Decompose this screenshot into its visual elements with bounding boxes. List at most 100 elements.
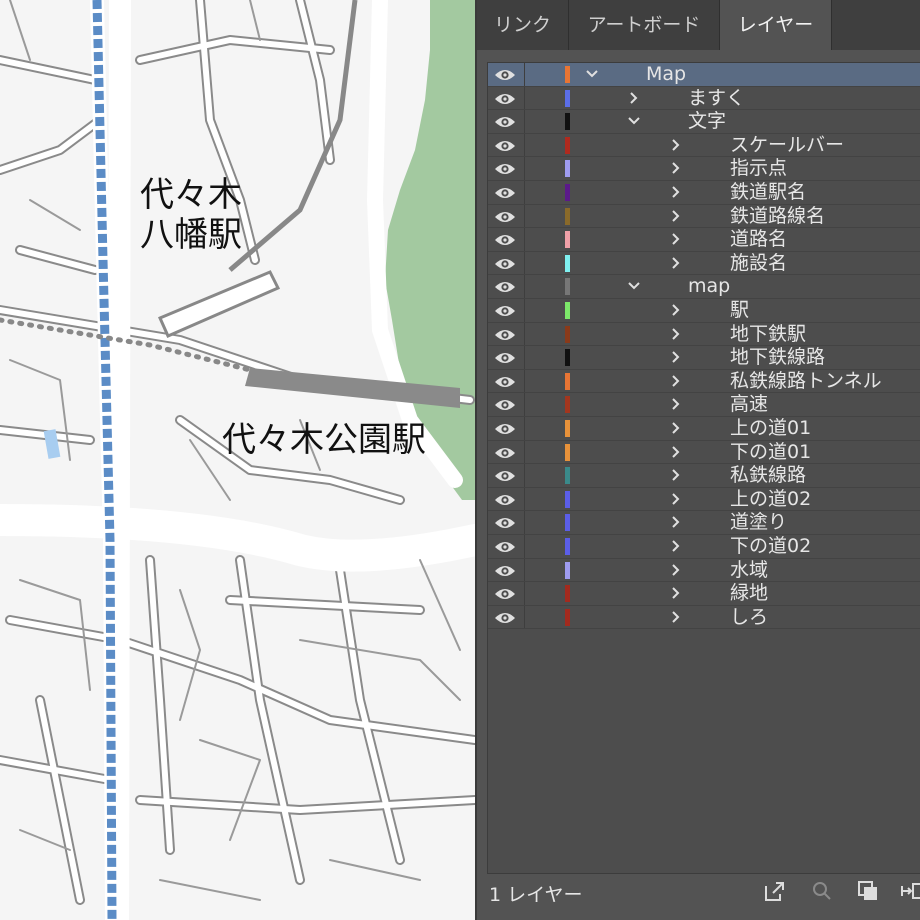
chevron-right-icon[interactable] xyxy=(668,323,684,345)
row-divider xyxy=(524,369,525,393)
layer-name: 水域 xyxy=(730,558,769,581)
eye-icon[interactable] xyxy=(494,90,516,106)
eye-icon[interactable] xyxy=(494,609,516,625)
eye-icon[interactable] xyxy=(494,373,516,389)
eye-icon[interactable] xyxy=(494,396,516,412)
eye-icon[interactable] xyxy=(494,278,516,294)
layer-row[interactable]: 道路名 xyxy=(488,228,920,252)
chevron-down-icon[interactable] xyxy=(584,63,600,85)
row-divider xyxy=(524,110,525,133)
search-icon[interactable] xyxy=(809,878,835,904)
layer-row[interactable]: 緑地 xyxy=(488,582,920,606)
chevron-right-icon[interactable] xyxy=(668,606,684,628)
layer-color-swatch xyxy=(565,160,570,178)
row-divider xyxy=(524,346,525,369)
layer-name: 地下鉄駅 xyxy=(730,322,807,345)
eye-icon[interactable] xyxy=(494,562,516,578)
layer-name: 地下鉄線路 xyxy=(730,346,826,369)
tab-layers[interactable]: レイヤー xyxy=(720,0,832,50)
layer-color-swatch xyxy=(565,302,570,319)
eye-icon[interactable] xyxy=(494,444,516,460)
eye-icon[interactable] xyxy=(494,467,516,483)
layer-row[interactable]: 水域 xyxy=(488,558,920,583)
chevron-right-icon[interactable] xyxy=(668,346,684,368)
row-divider xyxy=(524,86,525,110)
row-divider xyxy=(524,322,525,346)
clipping-mask-icon[interactable] xyxy=(855,878,881,904)
layer-row[interactable]: 上の道01 xyxy=(488,417,920,441)
layer-row[interactable]: map xyxy=(488,275,920,299)
tab-links[interactable]: リンク xyxy=(477,0,569,50)
layer-row[interactable]: 下の道02 xyxy=(488,535,920,559)
chevron-right-icon[interactable] xyxy=(668,559,684,581)
eye-icon[interactable] xyxy=(494,255,516,271)
layer-row[interactable]: 指示点 xyxy=(488,157,920,181)
eye-icon[interactable] xyxy=(494,113,516,129)
chevron-right-icon[interactable] xyxy=(668,417,684,439)
layer-name: 鉄道駅名 xyxy=(730,181,807,203)
chevron-right-icon[interactable] xyxy=(668,205,684,227)
layer-color-swatch xyxy=(565,254,570,272)
export-icon[interactable] xyxy=(762,878,788,904)
chevron-right-icon[interactable] xyxy=(668,464,684,486)
chevron-right-icon[interactable] xyxy=(668,299,684,321)
eye-icon[interactable] xyxy=(494,208,516,224)
eye-icon[interactable] xyxy=(494,491,516,507)
layer-row[interactable]: 道塗り xyxy=(488,511,920,535)
eye-icon[interactable] xyxy=(494,349,516,365)
map-canvas[interactable]: 代々木 八幡駅 代々木公園駅 xyxy=(0,0,475,920)
chevron-down-icon[interactable] xyxy=(626,275,642,297)
chevron-right-icon[interactable] xyxy=(668,370,684,392)
eye-icon[interactable] xyxy=(494,137,516,153)
eye-icon[interactable] xyxy=(494,538,516,554)
layer-color-swatch xyxy=(565,467,570,485)
chevron-down-icon[interactable] xyxy=(626,110,642,132)
layer-row[interactable]: 私鉄線路 xyxy=(488,464,920,488)
layer-row[interactable]: しろ xyxy=(488,605,920,630)
eye-icon[interactable] xyxy=(494,160,516,176)
eye-icon[interactable] xyxy=(494,184,516,200)
chevron-right-icon[interactable] xyxy=(668,488,684,510)
layer-row[interactable]: 地下鉄線路 xyxy=(488,346,920,370)
chevron-right-icon[interactable] xyxy=(668,228,684,250)
eye-icon[interactable] xyxy=(494,302,516,318)
chevron-right-icon[interactable] xyxy=(668,535,684,557)
chevron-right-icon[interactable] xyxy=(668,134,684,156)
layer-row[interactable]: Map xyxy=(488,63,920,87)
chevron-right-icon[interactable] xyxy=(668,393,684,415)
row-divider xyxy=(524,558,525,582)
chevron-right-icon[interactable] xyxy=(668,582,684,604)
layer-row[interactable]: スケールバー xyxy=(488,133,920,158)
eye-icon[interactable] xyxy=(494,231,516,247)
layer-row[interactable]: 鉄道駅名 xyxy=(488,181,920,205)
eye-icon[interactable] xyxy=(494,66,516,82)
layer-row[interactable]: 地下鉄駅 xyxy=(488,322,920,347)
chevron-right-icon[interactable] xyxy=(668,511,684,533)
chevron-right-icon[interactable] xyxy=(668,441,684,463)
tab-artboards[interactable]: アートボード xyxy=(569,0,720,50)
chevron-right-icon[interactable] xyxy=(626,87,642,109)
eye-icon[interactable] xyxy=(494,420,516,436)
row-divider xyxy=(524,251,525,275)
layer-row[interactable]: 私鉄線路トンネル xyxy=(488,369,920,394)
layer-row[interactable]: 鉄道路線名 xyxy=(488,204,920,229)
chevron-right-icon[interactable] xyxy=(668,157,684,179)
layer-color-swatch xyxy=(565,89,570,107)
eye-icon[interactable] xyxy=(494,326,516,342)
panel-footer: 1 レイヤー xyxy=(477,874,920,920)
layer-row[interactable]: 施設名 xyxy=(488,251,920,276)
layer-name: ますく xyxy=(688,86,746,109)
layer-row[interactable]: 上の道02 xyxy=(488,487,920,512)
layer-row[interactable]: 駅 xyxy=(488,299,920,323)
row-divider xyxy=(524,464,525,487)
layer-row[interactable]: ますく xyxy=(488,86,920,111)
eye-icon[interactable] xyxy=(494,514,516,530)
collect-icon[interactable] xyxy=(899,878,920,904)
layer-row[interactable]: 下の道01 xyxy=(488,440,920,465)
chevron-right-icon[interactable] xyxy=(668,181,684,203)
row-divider xyxy=(524,393,525,416)
chevron-right-icon[interactable] xyxy=(668,252,684,274)
layer-row[interactable]: 高速 xyxy=(488,393,920,417)
layer-row[interactable]: 文字 xyxy=(488,110,920,134)
eye-icon[interactable] xyxy=(494,585,516,601)
